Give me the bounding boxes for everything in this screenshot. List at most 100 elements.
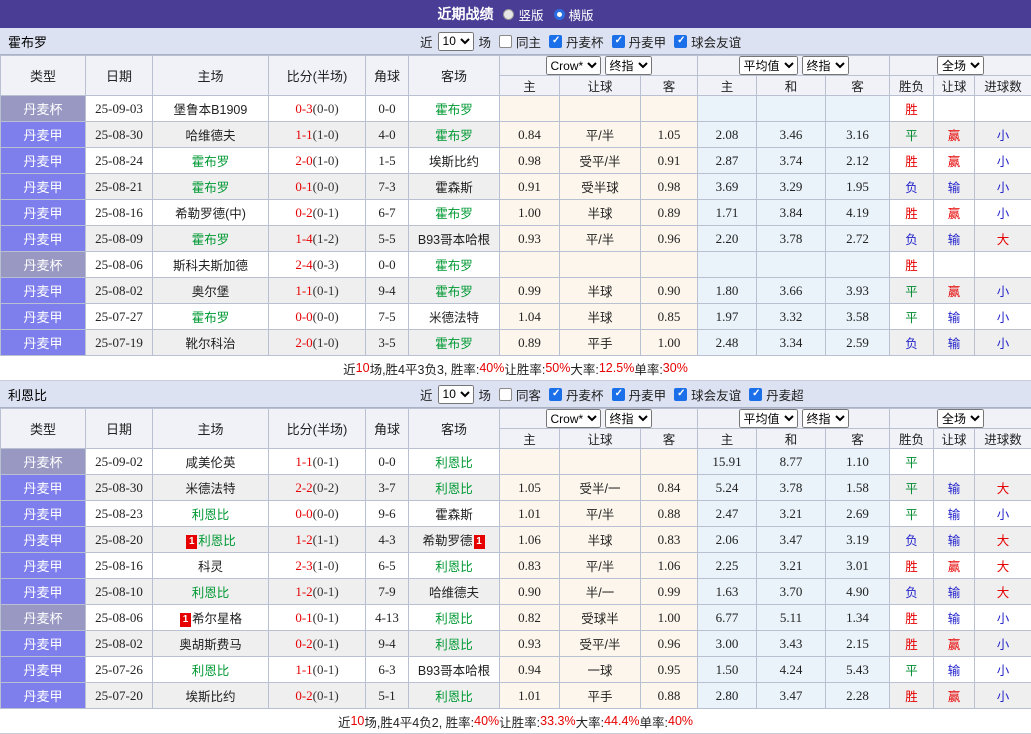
league-checkbox[interactable] [749, 388, 762, 401]
col-header-corner: 角球 [366, 409, 409, 449]
scope-select[interactable]: 全场 [937, 56, 984, 75]
handicap-result-cell: 输 [934, 174, 975, 200]
average-stage-select[interactable]: 终指 [802, 409, 849, 428]
bookmaker-select[interactable]: Crow* [546, 409, 601, 428]
away-team-name: 霍布罗 [435, 207, 473, 221]
avg-home-cell: 3.69 [698, 174, 757, 200]
summary-segment: 50% [545, 361, 570, 375]
match-count-select[interactable]: 10 [438, 385, 474, 404]
sub-header-avg-home: 主 [698, 429, 757, 449]
handicap-result-cell [934, 449, 975, 475]
corner-cell: 0-0 [366, 96, 409, 122]
handicap-result-cell: 赢 [934, 122, 975, 148]
corner-cell: 7-3 [366, 174, 409, 200]
layout-radio-vertical[interactable]: 竖版 [503, 5, 543, 24]
avg-away-cell [826, 252, 890, 278]
date-cell: 25-07-26 [86, 657, 153, 683]
odds-home-cell: 0.93 [500, 631, 560, 657]
match-row: 丹麦甲25-08-16科灵2-3(1-0)6-5利恩比0.83平/半1.062.… [1, 553, 1031, 579]
sub-header-odds-line: 让球 [560, 429, 641, 449]
league-checkbox[interactable] [674, 35, 687, 48]
average-select[interactable]: 平均值 [739, 56, 798, 75]
odds-line-cell: 半/一 [560, 579, 641, 605]
odds-away-cell: 0.91 [641, 148, 698, 174]
fulltime-score: 1-2 [295, 584, 312, 599]
avg-draw-cell [757, 96, 826, 122]
score-cell: 2-4(0-3) [269, 252, 366, 278]
halftime-score: (1-0) [313, 558, 339, 573]
filter-controls: 近10场同客丹麦杯丹麦甲球会友谊丹麦超 [420, 381, 804, 407]
result-cell: 负 [890, 174, 934, 200]
away-team-name: 哈维德夫 [429, 586, 479, 600]
sub-header-goals: 进球数 [975, 76, 1031, 96]
avg-home-cell: 2.48 [698, 330, 757, 356]
halftime-score: (0-1) [313, 610, 339, 625]
odds-stage-select[interactable]: 终指 [605, 56, 652, 75]
record-summary: 近10场,胜4平4负2, 胜率:40% 让胜率:33.3% 大率:44.4% 单… [0, 709, 1031, 734]
sub-header-odds-away: 客 [641, 429, 698, 449]
avg-away-cell: 2.12 [826, 148, 890, 174]
layout-radio-horizontal[interactable]: 横版 [554, 5, 594, 24]
away-team-name: B93哥本哈根 [418, 233, 490, 247]
goals-result-cell: 小 [975, 683, 1031, 709]
match-row: 丹麦甲25-08-10利恩比1-2(0-1)7-9哈维德夫0.90半/一0.99… [1, 579, 1031, 605]
red-card-badge: 1 [474, 535, 485, 549]
scope-select[interactable]: 全场 [937, 409, 984, 428]
avg-home-cell: 1.97 [698, 304, 757, 330]
summary-segment: 40% [479, 361, 504, 375]
home-team-name: 堡鲁本B1909 [174, 103, 248, 117]
home-team-cell: 霍布罗 [153, 174, 269, 200]
goals-result-cell [975, 96, 1031, 122]
match-type-cell: 丹麦甲 [1, 501, 86, 527]
same-venue-checkbox[interactable] [499, 388, 512, 401]
league-label: 丹麦超 [766, 385, 804, 404]
radio-checked-icon[interactable] [554, 9, 565, 20]
away-team-name: 霍布罗 [435, 285, 473, 299]
date-cell: 25-08-02 [86, 631, 153, 657]
bookmaker-select[interactable]: Crow* [546, 56, 601, 75]
league-checkbox[interactable] [549, 388, 562, 401]
away-team-name: 利恩比 [435, 456, 473, 470]
summary-segment: 场,胜4平3负3, 胜率: [370, 359, 480, 378]
away-team-name: 利恩比 [435, 560, 473, 574]
date-cell: 25-07-20 [86, 683, 153, 709]
odds-home-cell: 0.84 [500, 122, 560, 148]
away-team-name: 利恩比 [435, 612, 473, 626]
odds-stage-select[interactable]: 终指 [605, 409, 652, 428]
odds-line-cell: 受球半 [560, 605, 641, 631]
goals-result-cell: 大 [975, 475, 1031, 501]
league-checkbox[interactable] [612, 388, 625, 401]
average-select[interactable]: 平均值 [739, 409, 798, 428]
home-team-name: 霍布罗 [192, 181, 230, 195]
avg-away-cell: 4.90 [826, 579, 890, 605]
match-count-select[interactable]: 10 [438, 32, 474, 51]
same-venue-checkbox[interactable] [499, 35, 512, 48]
avg-home-cell: 5.24 [698, 475, 757, 501]
avg-home-cell: 2.25 [698, 553, 757, 579]
away-team-name: 希勒罗德 [422, 534, 472, 548]
league-checkbox[interactable] [612, 35, 625, 48]
home-team-cell: 霍布罗 [153, 304, 269, 330]
match-row: 丹麦甲25-08-201利恩比1-2(1-1)4-3希勒罗德11.06半球0.8… [1, 527, 1031, 553]
avg-away-cell [826, 96, 890, 122]
average-stage-select[interactable]: 终指 [802, 56, 849, 75]
odds-away-cell: 0.95 [641, 657, 698, 683]
result-cell: 负 [890, 579, 934, 605]
odds-home-cell: 0.94 [500, 657, 560, 683]
odds-home-cell: 0.93 [500, 226, 560, 252]
handicap-result-cell: 赢 [934, 631, 975, 657]
fulltime-score: 1-1 [295, 662, 312, 677]
halftime-score: (0-1) [313, 688, 339, 703]
match-row: 丹麦甲25-08-21霍布罗0-1(0-0)7-3霍森斯0.91受半球0.983… [1, 174, 1031, 200]
sub-header-result: 胜负 [890, 429, 934, 449]
summary-segment: 10 [350, 714, 364, 728]
score-cell: 0-3(0-0) [269, 96, 366, 122]
match-type-cell: 丹麦甲 [1, 475, 86, 501]
league-checkbox[interactable] [549, 35, 562, 48]
date-cell: 25-08-30 [86, 122, 153, 148]
avg-away-cell: 1.58 [826, 475, 890, 501]
league-checkbox[interactable] [674, 388, 687, 401]
radio-unchecked-icon[interactable] [503, 9, 514, 20]
match-row: 丹麦杯25-09-03堡鲁本B19090-3(0-0)0-0霍布罗胜 [1, 96, 1031, 122]
score-cell: 1-2(0-1) [269, 579, 366, 605]
